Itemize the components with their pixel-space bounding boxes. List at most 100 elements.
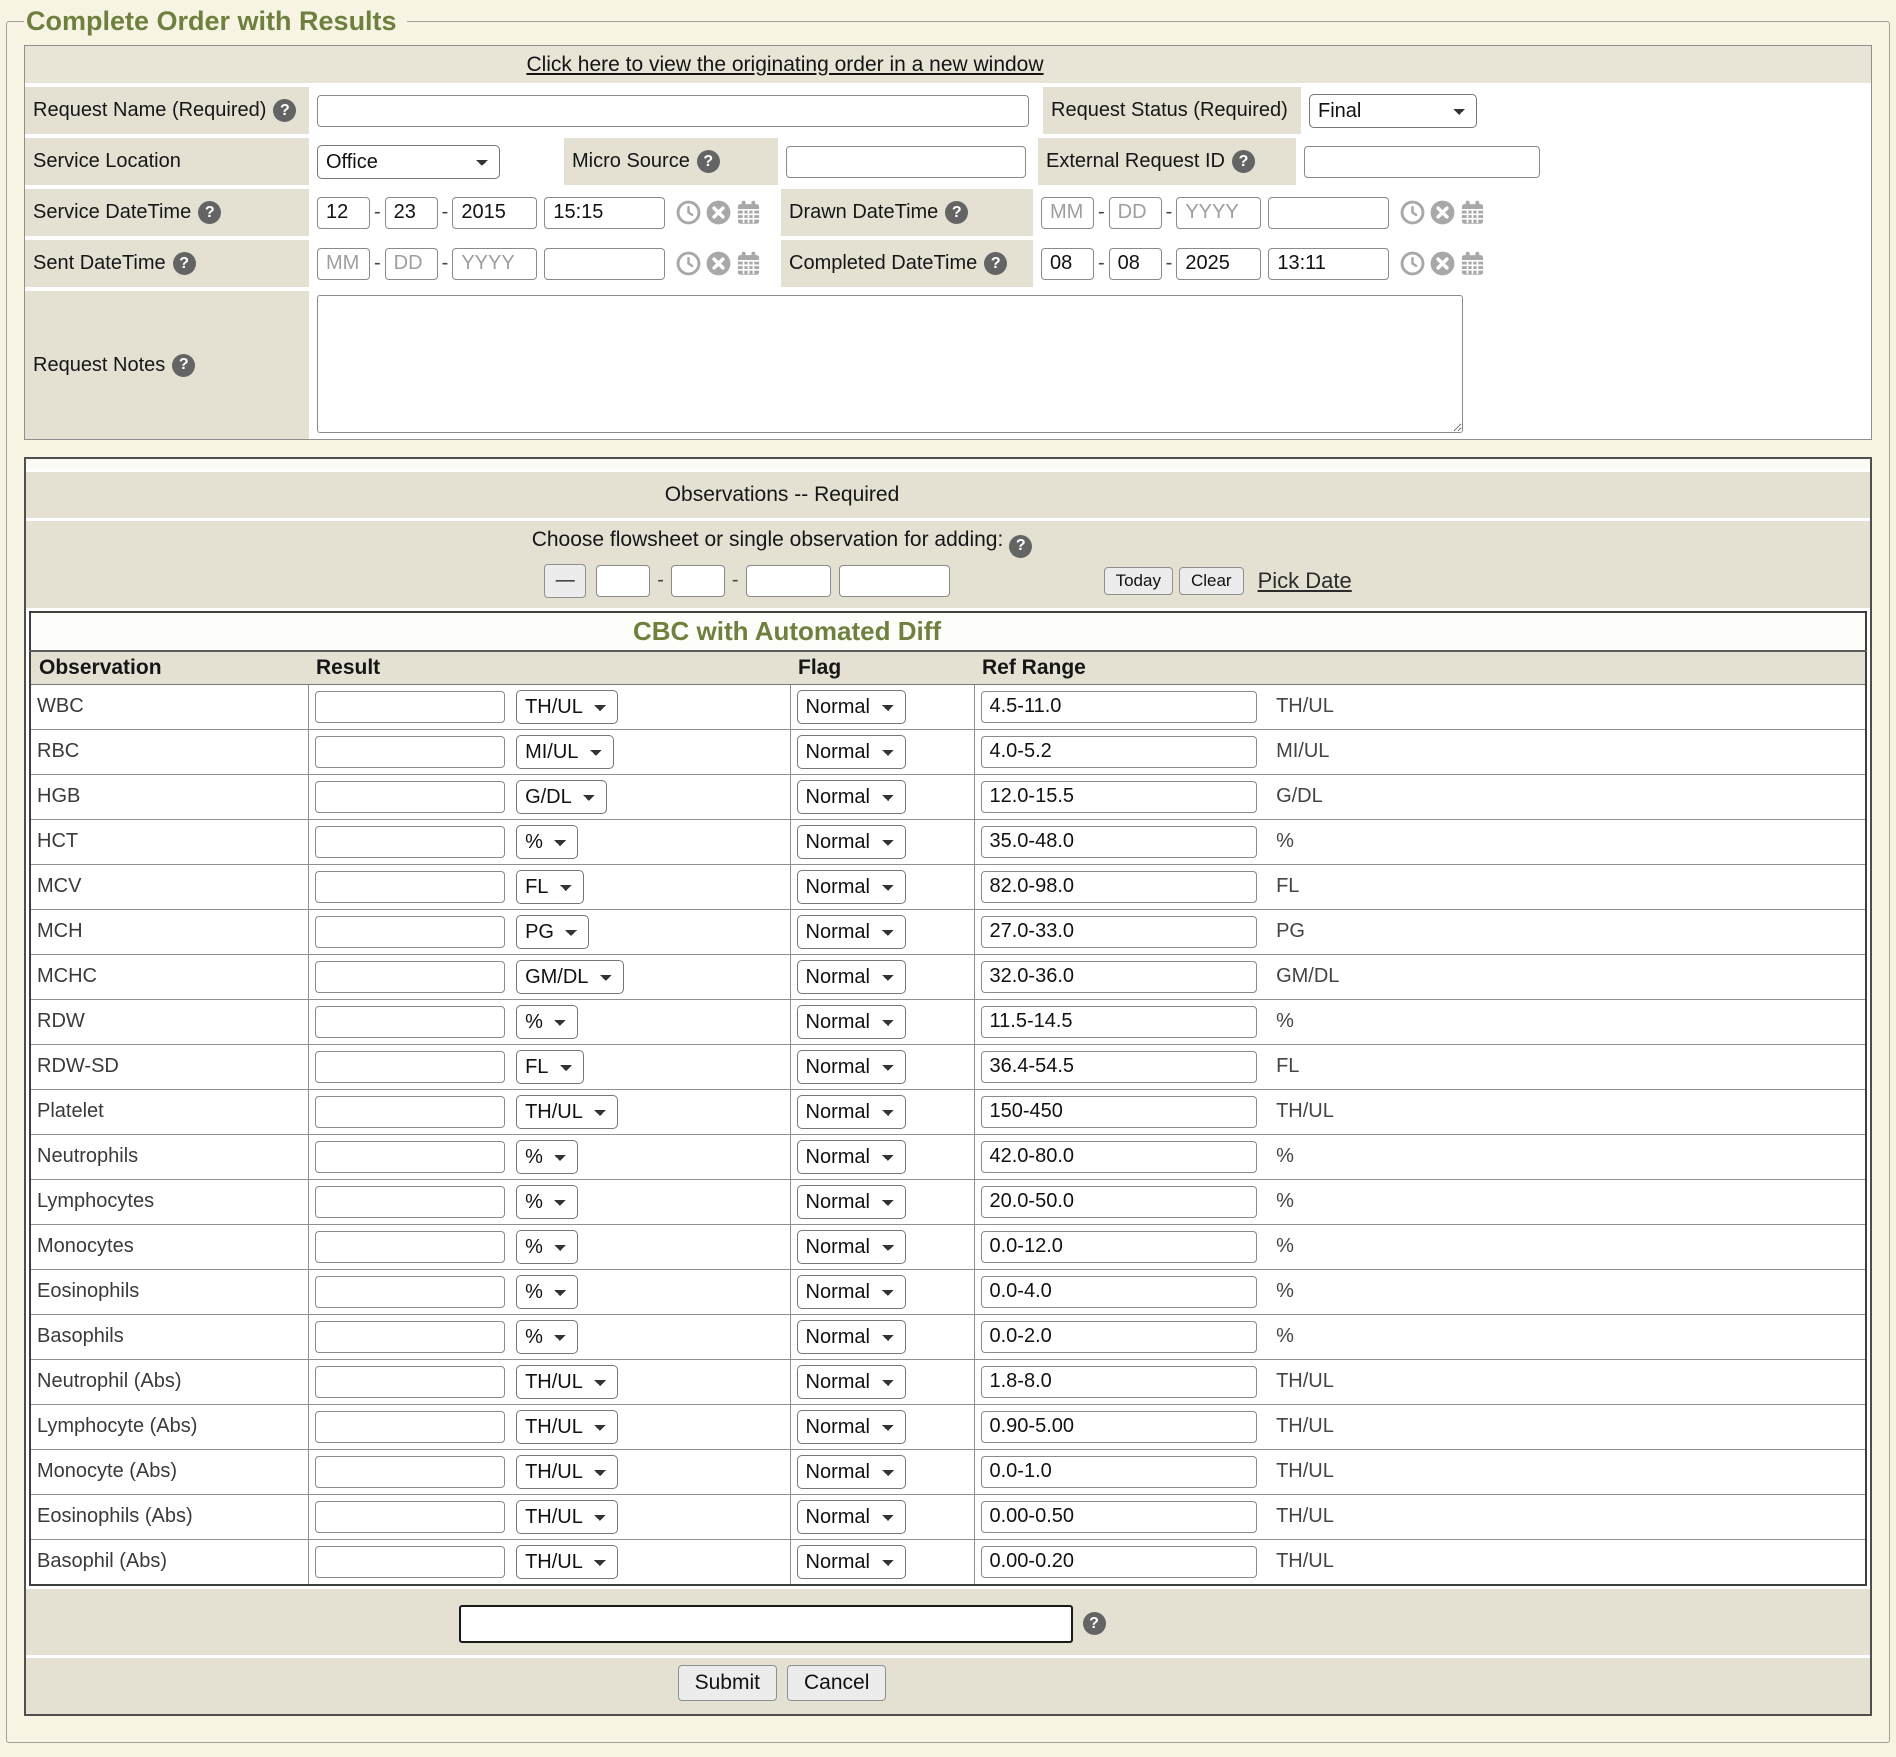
result-input[interactable] [315, 1411, 505, 1443]
result-input[interactable] [315, 1051, 505, 1083]
ref-range-input[interactable] [981, 871, 1257, 903]
flag-select[interactable]: Normal [797, 1410, 906, 1444]
calendar-icon[interactable] [1459, 250, 1486, 277]
result-unit-select[interactable]: % [516, 1230, 578, 1264]
completed-month-input[interactable] [1041, 248, 1094, 280]
result-unit-select[interactable]: TH/UL [516, 1545, 618, 1579]
observation-note-input[interactable] [459, 1605, 1073, 1643]
result-unit-select[interactable]: % [516, 1185, 578, 1219]
sent-time-input[interactable] [544, 248, 665, 280]
help-icon[interactable] [984, 252, 1007, 275]
calendar-icon[interactable] [1459, 199, 1486, 226]
result-unit-select[interactable]: MI/UL [516, 735, 614, 769]
flag-select[interactable]: Normal [797, 1320, 906, 1354]
clock-icon[interactable] [1399, 199, 1426, 226]
ref-range-input[interactable] [981, 1276, 1257, 1308]
help-icon[interactable] [173, 252, 196, 275]
completed-day-input[interactable] [1109, 248, 1162, 280]
service-day-input[interactable] [385, 197, 438, 229]
ref-range-input[interactable] [981, 826, 1257, 858]
flag-select[interactable]: Normal [797, 1500, 906, 1534]
ref-range-input[interactable] [981, 961, 1257, 993]
ref-range-input[interactable] [981, 1051, 1257, 1083]
flag-select[interactable]: Normal [797, 1050, 906, 1084]
result-input[interactable] [315, 781, 505, 813]
flag-select[interactable]: Normal [797, 1275, 906, 1309]
cancel-button[interactable]: Cancel [787, 1665, 886, 1701]
micro-source-input[interactable] [786, 146, 1026, 178]
ref-range-input[interactable] [981, 916, 1257, 948]
result-input[interactable] [315, 871, 505, 903]
ref-range-input[interactable] [981, 736, 1257, 768]
help-icon[interactable] [1009, 535, 1032, 558]
flag-select[interactable]: Normal [797, 1185, 906, 1219]
pick-date-link[interactable]: Pick Date [1258, 568, 1352, 594]
originating-order-link[interactable]: Click here to view the originating order… [526, 53, 1043, 76]
help-icon[interactable] [1083, 1612, 1106, 1635]
flag-select[interactable]: Normal [797, 960, 906, 994]
flag-select[interactable]: Normal [797, 1545, 906, 1579]
result-unit-select[interactable]: TH/UL [516, 1365, 618, 1399]
flag-select[interactable]: Normal [797, 825, 906, 859]
picker-month-input[interactable] [596, 565, 650, 597]
result-unit-select[interactable]: % [516, 825, 578, 859]
result-input[interactable] [315, 1501, 505, 1533]
external-request-id-input[interactable] [1304, 146, 1540, 178]
sent-month-input[interactable] [317, 248, 370, 280]
request-status-select[interactable]: Final [1309, 94, 1477, 128]
drawn-year-input[interactable] [1176, 197, 1261, 229]
service-month-input[interactable] [317, 197, 370, 229]
result-unit-select[interactable]: PG [516, 915, 589, 949]
clock-icon[interactable] [675, 250, 702, 277]
ref-range-input[interactable] [981, 781, 1257, 813]
completed-time-input[interactable] [1268, 248, 1389, 280]
result-input[interactable] [315, 1546, 505, 1578]
picker-year-input[interactable] [746, 565, 831, 597]
result-input[interactable] [315, 1231, 505, 1263]
result-unit-select[interactable]: % [516, 1320, 578, 1354]
ref-range-input[interactable] [981, 1411, 1257, 1443]
help-icon[interactable] [945, 201, 968, 224]
result-input[interactable] [315, 1186, 505, 1218]
drawn-time-input[interactable] [1268, 197, 1389, 229]
sent-year-input[interactable] [452, 248, 537, 280]
collapse-button[interactable]: — [544, 564, 586, 598]
result-unit-select[interactable]: TH/UL [516, 1455, 618, 1489]
ref-range-input[interactable] [981, 1321, 1257, 1353]
result-unit-select[interactable]: % [516, 1005, 578, 1039]
result-input[interactable] [315, 736, 505, 768]
result-unit-select[interactable]: TH/UL [516, 690, 618, 724]
result-unit-select[interactable]: GM/DL [516, 960, 624, 994]
ref-range-input[interactable] [981, 1096, 1257, 1128]
request-name-input[interactable] [317, 95, 1029, 127]
ref-range-input[interactable] [981, 691, 1257, 723]
help-icon[interactable] [273, 99, 296, 122]
flag-select[interactable]: Normal [797, 1365, 906, 1399]
service-year-input[interactable] [452, 197, 537, 229]
ref-range-input[interactable] [981, 1186, 1257, 1218]
clear-datetime-icon[interactable] [1429, 250, 1456, 277]
result-unit-select[interactable]: % [516, 1140, 578, 1174]
clock-icon[interactable] [675, 199, 702, 226]
result-input[interactable] [315, 1456, 505, 1488]
ref-range-input[interactable] [981, 1141, 1257, 1173]
service-time-input[interactable] [544, 197, 665, 229]
picker-time-input[interactable] [839, 565, 950, 597]
result-input[interactable] [315, 691, 505, 723]
ref-range-input[interactable] [981, 1366, 1257, 1398]
request-notes-textarea[interactable] [317, 295, 1463, 433]
clear-datetime-icon[interactable] [705, 250, 732, 277]
help-icon[interactable] [172, 354, 195, 377]
help-icon[interactable] [198, 201, 221, 224]
clear-button[interactable]: Clear [1179, 567, 1244, 595]
result-input[interactable] [315, 1321, 505, 1353]
flag-select[interactable]: Normal [797, 780, 906, 814]
ref-range-input[interactable] [981, 1501, 1257, 1533]
flag-select[interactable]: Normal [797, 1095, 906, 1129]
calendar-icon[interactable] [735, 250, 762, 277]
clear-datetime-icon[interactable] [1429, 199, 1456, 226]
result-unit-select[interactable]: FL [516, 1050, 584, 1084]
flag-select[interactable]: Normal [797, 1230, 906, 1264]
flag-select[interactable]: Normal [797, 915, 906, 949]
ref-range-input[interactable] [981, 1006, 1257, 1038]
